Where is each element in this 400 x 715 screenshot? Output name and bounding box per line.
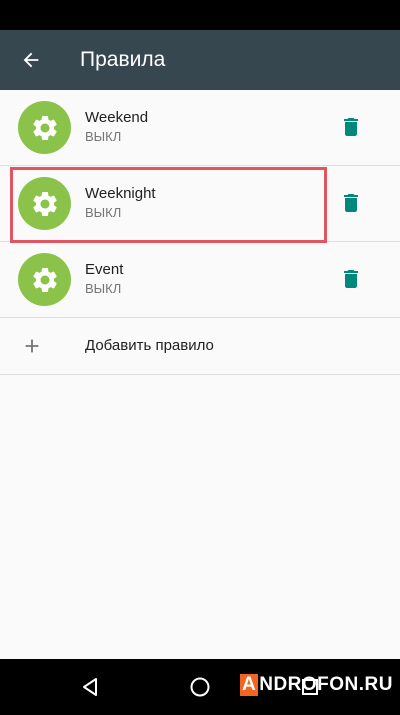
rule-name: Weeknight	[85, 185, 156, 202]
triangle-back-icon	[83, 678, 97, 696]
gear-icon	[32, 191, 57, 216]
watermark-accent: A	[240, 674, 259, 696]
rule-badge	[18, 101, 71, 154]
rules-list: Weekend ВЫКЛ Weeknight ВЫКЛ Event ВЫКЛ Д…	[0, 90, 400, 375]
gear-icon	[32, 267, 57, 292]
rule-item-weekend[interactable]: Weekend ВЫКЛ	[0, 90, 400, 166]
plus-icon	[25, 339, 39, 353]
rule-status: ВЫКЛ	[85, 129, 122, 144]
add-rule-button[interactable]: Добавить правило	[0, 318, 400, 375]
trash-icon	[344, 118, 358, 136]
trash-icon	[344, 194, 358, 212]
back-button[interactable]	[0, 30, 62, 90]
circle-home-icon	[190, 677, 210, 697]
rule-status: ВЫКЛ	[85, 205, 122, 220]
trash-icon	[344, 270, 358, 288]
watermark-text: NDROFON.RU	[259, 674, 394, 695]
rule-text: Event ВЫКЛ	[85, 261, 123, 298]
rule-name: Weekend	[85, 109, 149, 126]
watermark: A NDROFON.RU	[240, 671, 393, 699]
rule-item-event[interactable]: Event ВЫКЛ	[0, 242, 400, 318]
gear-icon	[32, 115, 57, 140]
rule-status: ВЫКЛ	[85, 281, 122, 296]
delete-rule-button[interactable]	[336, 264, 366, 294]
rule-text: Weekend ВЫКЛ	[85, 109, 148, 146]
rule-badge	[18, 177, 71, 230]
nav-home-button[interactable]	[170, 659, 230, 715]
delete-rule-button[interactable]	[336, 188, 366, 218]
status-bar	[0, 0, 400, 30]
arrow-back-icon	[23, 52, 39, 68]
rule-item-weeknight[interactable]: Weeknight ВЫКЛ	[0, 166, 400, 242]
nav-back-button[interactable]	[60, 659, 120, 715]
add-rule-label: Добавить правило	[85, 337, 214, 354]
app-bar: Правила	[0, 30, 400, 90]
rule-name: Event	[85, 261, 124, 278]
rule-badge	[18, 253, 71, 306]
delete-rule-button[interactable]	[336, 112, 366, 142]
page-title: Правила	[80, 48, 166, 71]
rule-text: Weeknight ВЫКЛ	[85, 185, 156, 222]
